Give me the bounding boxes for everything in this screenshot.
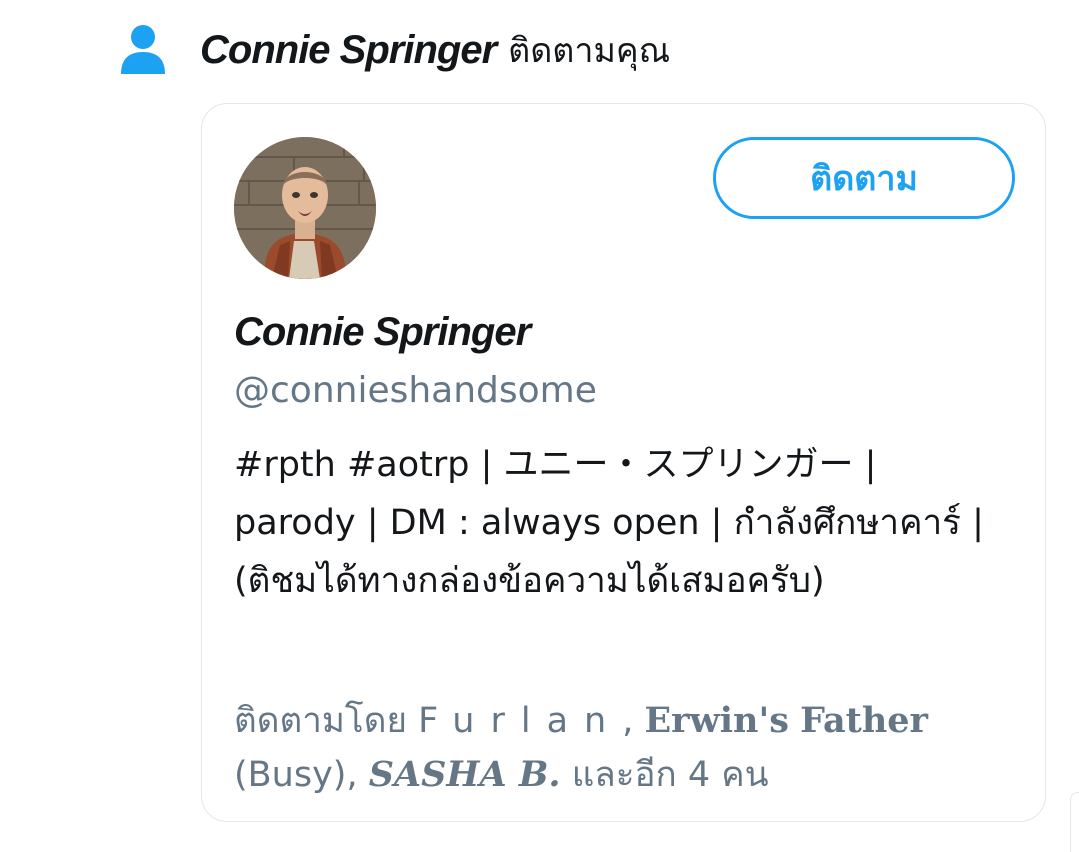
- followed-by-suffix: และอีก 4 คน: [560, 755, 769, 795]
- profile-display-name[interactable]: Connie Springer: [234, 310, 531, 355]
- profile-bio: #rpth #aotrp | ユニー・スプリンガー | parody | DM …: [234, 445, 984, 601]
- follower-name-2-part-c[interactable]: (Busy): [234, 755, 346, 795]
- next-card-edge: [1070, 792, 1079, 852]
- follower-name-3[interactable]: SASHA B.: [369, 754, 561, 795]
- person-icon: [120, 24, 166, 76]
- notification-action-text: ติดตามคุณ: [508, 31, 671, 71]
- followed-by-text[interactable]: ติดตามโดย Furlan, Erwin's Father (Busy),…: [234, 694, 1014, 802]
- follow-notification[interactable]: Connie Springer ติดตามคุณ: [120, 22, 670, 78]
- followed-by-prefix: ติดตามโดย: [234, 701, 419, 741]
- follower-separator-2: ,: [346, 755, 369, 795]
- profile-card[interactable]: ติดตาม Connie Springer @connieshandsome …: [201, 103, 1046, 822]
- follower-name-2-part-a[interactable]: Erwin's: [645, 700, 789, 741]
- profile-handle[interactable]: @connieshandsome: [234, 370, 597, 411]
- notification-actor-name[interactable]: Connie Springer: [200, 28, 497, 73]
- follow-button[interactable]: ติดตาม: [713, 137, 1015, 219]
- follower-name-1[interactable]: Furlan: [418, 701, 622, 741]
- follower-name-2-part-b[interactable]: Father: [800, 700, 928, 741]
- profile-avatar[interactable]: [234, 137, 376, 279]
- follower-separator-1: ,: [622, 701, 645, 741]
